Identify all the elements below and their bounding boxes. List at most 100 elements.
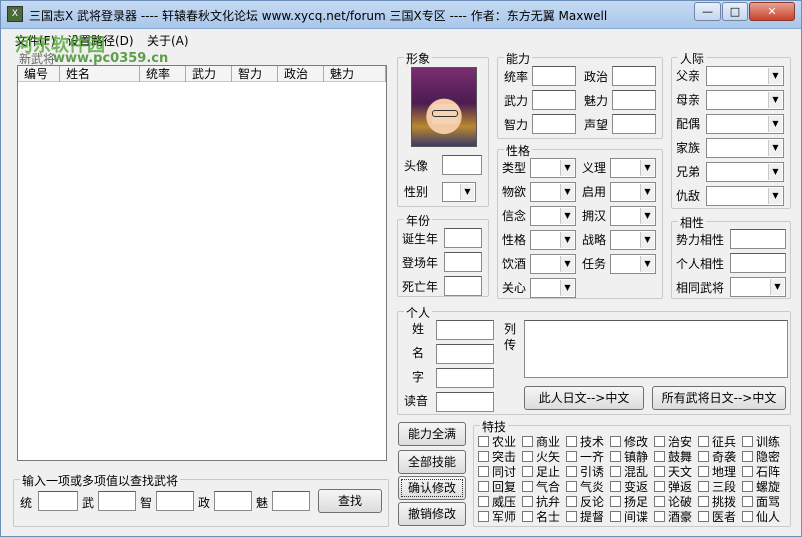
skill-checkbox[interactable]: 名士: [522, 508, 560, 525]
skill-checkbox[interactable]: 仙人: [742, 508, 780, 525]
same-general-select[interactable]: ▼: [730, 277, 786, 297]
checkbox-box[interactable]: [698, 451, 709, 462]
all-skills-button[interactable]: 全部技能: [398, 450, 466, 474]
translate-this-button[interactable]: 此人日文-->中文: [524, 386, 644, 410]
checkbox-box[interactable]: [566, 496, 577, 507]
strategy-select[interactable]: ▼: [610, 230, 656, 250]
sibling-select[interactable]: ▼: [706, 162, 784, 182]
lead-input[interactable]: [532, 66, 576, 86]
skill-checkbox[interactable]: 军师: [478, 508, 516, 525]
checkbox-box[interactable]: [522, 451, 533, 462]
checkbox-box[interactable]: [566, 451, 577, 462]
checkbox-box[interactable]: [478, 511, 489, 522]
checkbox-box[interactable]: [654, 451, 665, 462]
pol-input[interactable]: [612, 66, 656, 86]
type-select[interactable]: ▼: [530, 158, 576, 178]
belief-select[interactable]: ▼: [530, 206, 576, 226]
checkbox-box[interactable]: [698, 466, 709, 477]
revert-button[interactable]: 撤销修改: [398, 502, 466, 526]
checkbox-box[interactable]: [698, 481, 709, 492]
skill-checkbox[interactable]: 医者: [698, 508, 736, 525]
death-input[interactable]: [444, 276, 482, 296]
head-input[interactable]: [442, 155, 482, 175]
search-button[interactable]: 查找: [318, 489, 382, 513]
checkbox-box[interactable]: [742, 511, 753, 522]
checkbox-box[interactable]: [610, 481, 621, 492]
skill-checkbox[interactable]: 提督: [566, 508, 604, 525]
checkbox-box[interactable]: [654, 481, 665, 492]
general-list[interactable]: 编号 姓名 统率 武力 智力 政治 魅力: [17, 65, 387, 461]
mission-select[interactable]: ▼: [610, 254, 656, 274]
col-id[interactable]: 编号: [18, 66, 60, 82]
checkbox-box[interactable]: [742, 451, 753, 462]
birth-input[interactable]: [444, 228, 482, 248]
checkbox-box[interactable]: [478, 466, 489, 477]
personal-compat-input[interactable]: [730, 253, 786, 273]
prohan-select[interactable]: ▼: [610, 206, 656, 226]
biography-textarea[interactable]: [524, 320, 788, 378]
temper-select[interactable]: ▼: [530, 230, 576, 250]
maximize-button[interactable]: □: [722, 2, 748, 21]
checkbox-box[interactable]: [742, 436, 753, 447]
checkbox-box[interactable]: [698, 511, 709, 522]
minimize-button[interactable]: —: [694, 2, 721, 21]
debut-input[interactable]: [444, 252, 482, 272]
search-lead-input[interactable]: [38, 491, 78, 511]
search-int-input[interactable]: [156, 491, 194, 511]
checkbox-box[interactable]: [522, 436, 533, 447]
courtesy-input[interactable]: [436, 368, 494, 388]
menu-about[interactable]: 关于(A): [147, 32, 189, 49]
int-input[interactable]: [532, 114, 576, 134]
confirm-button[interactable]: 确认修改: [398, 476, 466, 500]
father-select[interactable]: ▼: [706, 66, 784, 86]
col-lead[interactable]: 统率: [140, 66, 186, 82]
close-button[interactable]: ✕: [749, 2, 795, 21]
col-int[interactable]: 智力: [232, 66, 278, 82]
col-name[interactable]: 姓名: [60, 66, 140, 82]
reading-input[interactable]: [436, 392, 494, 412]
skill-checkbox[interactable]: 酒豪: [654, 508, 692, 525]
checkbox-box[interactable]: [522, 511, 533, 522]
surname-input[interactable]: [436, 320, 494, 340]
checkbox-box[interactable]: [610, 511, 621, 522]
checkbox-box[interactable]: [522, 481, 533, 492]
checkbox-box[interactable]: [610, 466, 621, 477]
max-ability-button[interactable]: 能力全满: [398, 422, 466, 446]
checkbox-box[interactable]: [654, 436, 665, 447]
checkbox-box[interactable]: [478, 451, 489, 462]
loyalty-select[interactable]: ▼: [610, 158, 656, 178]
checkbox-box[interactable]: [566, 436, 577, 447]
concern-select[interactable]: ▼: [530, 278, 576, 298]
givenname-input[interactable]: [436, 344, 494, 364]
checkbox-box[interactable]: [698, 436, 709, 447]
checkbox-box[interactable]: [522, 466, 533, 477]
spouse-select[interactable]: ▼: [706, 114, 784, 134]
skill-checkbox[interactable]: 间谍: [610, 508, 648, 525]
checkbox-box[interactable]: [742, 496, 753, 507]
checkbox-box[interactable]: [610, 436, 621, 447]
col-pol[interactable]: 政治: [278, 66, 324, 82]
checkbox-box[interactable]: [698, 496, 709, 507]
checkbox-box[interactable]: [610, 496, 621, 507]
clan-select[interactable]: ▼: [706, 138, 784, 158]
checkbox-box[interactable]: [654, 496, 665, 507]
checkbox-box[interactable]: [566, 511, 577, 522]
checkbox-box[interactable]: [478, 496, 489, 507]
translate-all-button[interactable]: 所有武将日文-->中文: [652, 386, 786, 410]
col-cha[interactable]: 魅力: [324, 66, 386, 82]
faction-compat-input[interactable]: [730, 229, 786, 249]
employ-select[interactable]: ▼: [610, 182, 656, 202]
checkbox-box[interactable]: [478, 436, 489, 447]
search-cha-input[interactable]: [272, 491, 310, 511]
checkbox-box[interactable]: [742, 481, 753, 492]
mother-select[interactable]: ▼: [706, 90, 784, 110]
checkbox-box[interactable]: [654, 511, 665, 522]
gender-select[interactable]: ▼: [442, 182, 476, 202]
checkbox-box[interactable]: [566, 481, 577, 492]
war-input[interactable]: [532, 90, 576, 110]
checkbox-box[interactable]: [742, 466, 753, 477]
search-pol-input[interactable]: [214, 491, 252, 511]
cha-input[interactable]: [612, 90, 656, 110]
checkbox-box[interactable]: [654, 466, 665, 477]
checkbox-box[interactable]: [478, 481, 489, 492]
